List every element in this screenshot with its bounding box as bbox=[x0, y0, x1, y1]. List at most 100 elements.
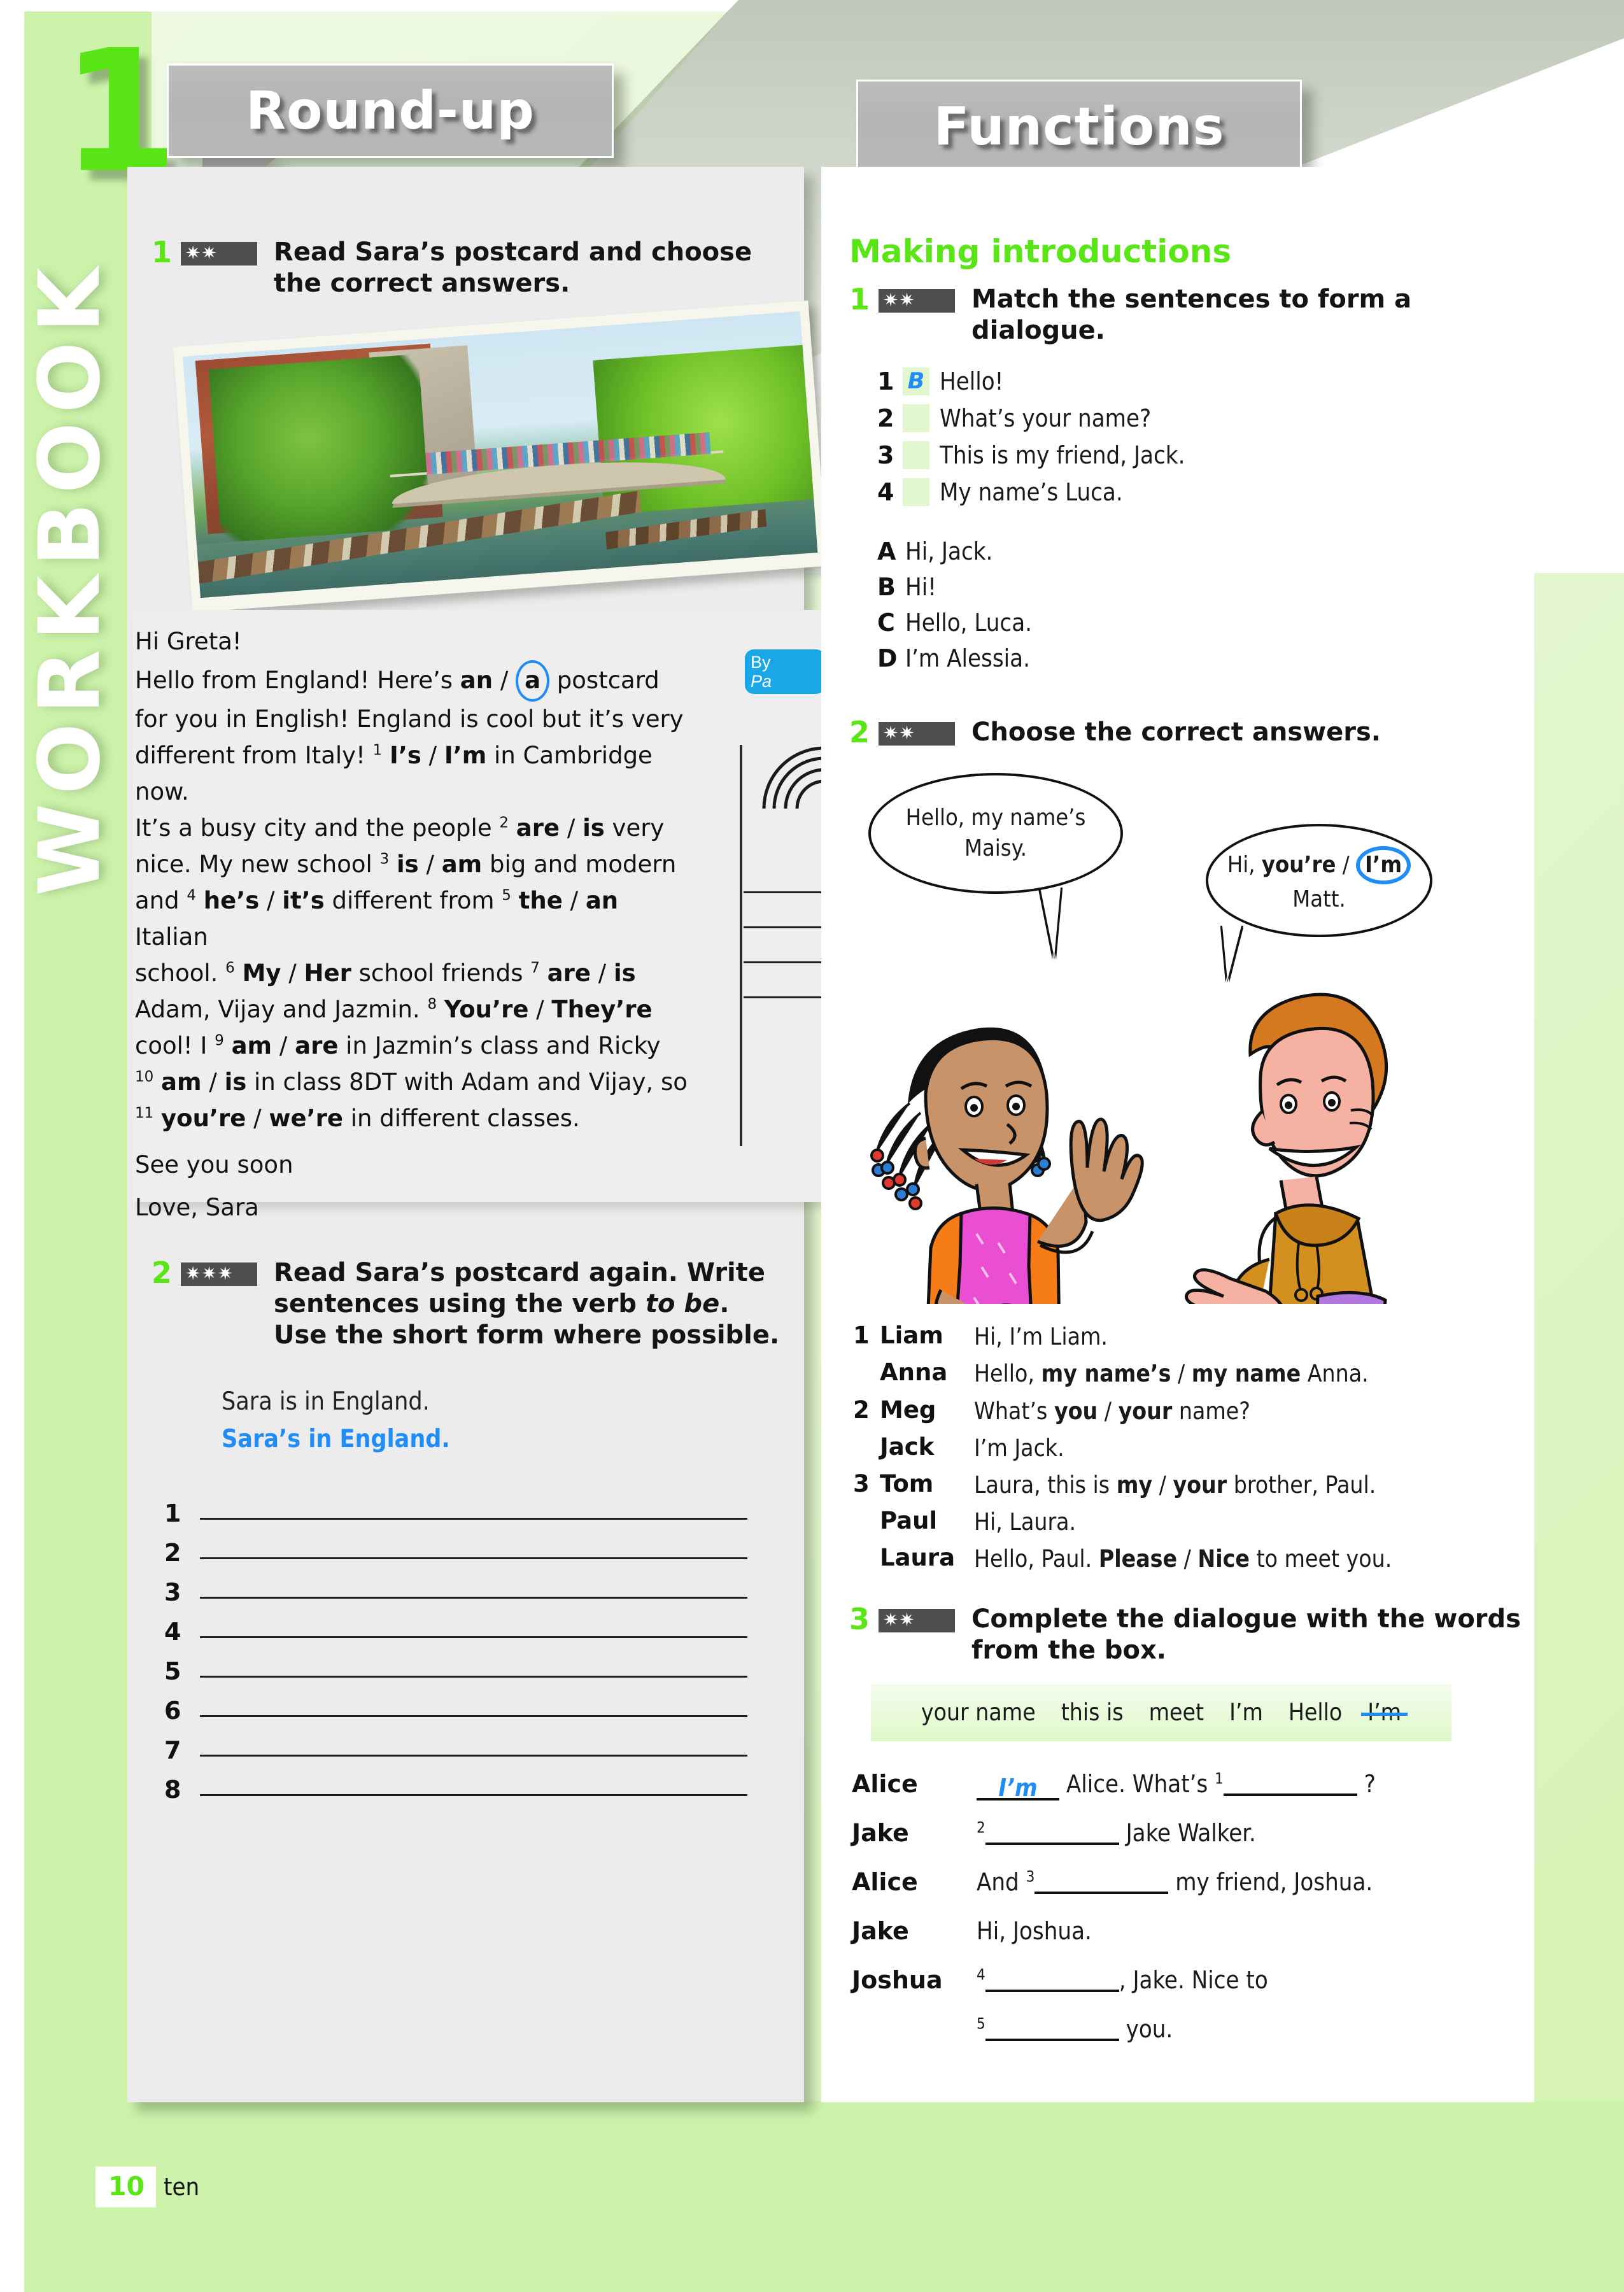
gapfill-blank[interactable] bbox=[985, 2016, 1119, 2042]
section-title-making-introductions: Making introductions bbox=[849, 233, 1232, 270]
word-bank-item[interactable]: Hello bbox=[1289, 1699, 1342, 1726]
gapfill-pre: And bbox=[977, 1867, 1026, 1896]
right-exercise-2-heading: 2 ✷✷ Choose the correct answers. bbox=[849, 716, 1530, 748]
right-exercise-1-heading: 1 ✷✷ Match the sentences to form a dialo… bbox=[849, 284, 1530, 346]
speech-bubble-right: Hi, you’re / I’m Matt. bbox=[1206, 824, 1432, 938]
answer-line-row[interactable]: 7 bbox=[164, 1723, 788, 1762]
postcard-stamp: By Pa bbox=[745, 649, 825, 694]
answer-write-line[interactable] bbox=[200, 1557, 747, 1560]
answer-line-row[interactable]: 5 bbox=[164, 1644, 788, 1683]
left-ex1-instruction: Read Sara’s postcard and choose the corr… bbox=[274, 237, 752, 298]
match-row-text: This is my friend, Jack. bbox=[940, 441, 1185, 469]
answer-write-line[interactable] bbox=[200, 1518, 747, 1520]
circled-answer-a[interactable]: a bbox=[516, 660, 550, 702]
bubble-right-option-1[interactable]: you’re bbox=[1262, 852, 1336, 878]
functions-banner-label: Functions bbox=[933, 96, 1225, 157]
match-answer-box[interactable] bbox=[903, 404, 929, 432]
option-row: B Hi! bbox=[877, 573, 1530, 609]
postcard-line-8: Adam, Vijay and Jazmin. 8 You’re / They’… bbox=[135, 995, 653, 1023]
gapfill-blank[interactable] bbox=[985, 1967, 1119, 1993]
speech-bubble-right-tail bbox=[1222, 926, 1241, 981]
gapfill-speaker: Alice bbox=[852, 1867, 918, 1896]
gapfill-answer-filled[interactable]: I’m bbox=[977, 1775, 1059, 1800]
answer-line-row[interactable]: 8 bbox=[164, 1762, 788, 1802]
match-row-text: My name’s Luca. bbox=[940, 478, 1123, 506]
bubble-right-option-2-circled[interactable]: I’m bbox=[1356, 845, 1411, 885]
word-bank-item[interactable]: this is bbox=[1061, 1699, 1124, 1726]
postcard-line-11: 11 you’re / we’re in different classes. bbox=[135, 1104, 580, 1132]
word-bank-item[interactable]: your name bbox=[921, 1699, 1036, 1726]
postcard-line-10: 10 am / is in class 8DT with Adam and Vi… bbox=[135, 1068, 688, 1096]
match-row-text: What’s your name? bbox=[940, 404, 1152, 432]
postcard-line-5: nice. My new school 3 is / am big and mo… bbox=[135, 850, 677, 878]
answer-line-row[interactable]: 3 bbox=[164, 1565, 788, 1604]
dialogue-row: 3 Tom Laura, this is my / your brother, … bbox=[853, 1470, 1530, 1501]
match-answer-box[interactable] bbox=[903, 478, 929, 506]
gapfill-post: my friend, Joshua. bbox=[1168, 1867, 1373, 1896]
postcard-line-4: It’s a busy city and the people 2 are / … bbox=[135, 814, 665, 842]
answer-line-row[interactable]: 1 bbox=[164, 1486, 788, 1525]
option-letter: D bbox=[877, 644, 898, 672]
dlg-option-2[interactable]: your bbox=[1119, 1397, 1173, 1425]
gapfill-post: , Jake. Nice to bbox=[1119, 1966, 1268, 1995]
word-bank-item[interactable]: I’m bbox=[1229, 1699, 1263, 1726]
match-answer-box[interactable]: B bbox=[903, 367, 929, 395]
answer-line-row[interactable]: 4 bbox=[164, 1604, 788, 1644]
option-letter: B bbox=[877, 572, 896, 601]
workbook-page: 1 WORKBOOK Round-up Functions 1 ✷✷ Read … bbox=[0, 0, 1624, 2292]
answer-write-line[interactable] bbox=[200, 1715, 747, 1718]
answer-line-number: 7 bbox=[164, 1736, 181, 1765]
dlg-option-2[interactable]: Nice bbox=[1197, 1545, 1250, 1573]
gapfill-blank[interactable] bbox=[1223, 1771, 1357, 1796]
gapfill-blank[interactable] bbox=[1034, 1869, 1169, 1894]
answer-write-line[interactable] bbox=[200, 1794, 747, 1797]
answer-line-row[interactable]: 6 bbox=[164, 1683, 788, 1723]
dlg-option-1[interactable]: you bbox=[1054, 1397, 1098, 1425]
dialogue-text: What’s you / your name? bbox=[974, 1397, 1250, 1425]
answer-write-line[interactable] bbox=[200, 1597, 747, 1599]
boy-figure bbox=[1185, 993, 1388, 1396]
answer-write-line[interactable] bbox=[200, 1755, 747, 1757]
dialogue-speaker: Jack bbox=[880, 1432, 935, 1461]
match-answer-box[interactable] bbox=[903, 441, 929, 469]
dialogue-text: Hi, Laura. bbox=[974, 1507, 1530, 1538]
speech-bubble-right-text: Hi, you’re / I’m Matt. bbox=[1225, 845, 1413, 916]
answer-write-line[interactable] bbox=[200, 1676, 747, 1678]
dlg-option-2[interactable]: my name bbox=[1192, 1360, 1301, 1387]
word-bank-item-struck[interactable]: I’m bbox=[1361, 1699, 1408, 1726]
dlg-option-1[interactable]: my bbox=[1117, 1471, 1152, 1499]
postcard-line-6: and 4 he’s / it’s different from 5 the /… bbox=[135, 886, 619, 951]
dlg-option-1[interactable]: my name’s bbox=[1041, 1360, 1171, 1387]
postcard-line-0: Hi Greta! bbox=[135, 628, 242, 655]
functions-banner: Functions bbox=[856, 80, 1302, 174]
match-row-number: 2 bbox=[877, 404, 894, 432]
answer-line-number: 1 bbox=[164, 1499, 181, 1528]
right-exercise-3-heading: 3 ✷✷ Complete the dialogue with the word… bbox=[849, 1604, 1530, 1666]
dialogue-speaker: Laura bbox=[880, 1543, 956, 1571]
gapfill-sup: 2 bbox=[977, 1818, 985, 1837]
two-teens-illustration bbox=[849, 979, 1530, 1396]
match-options-list: A Hi, Jack. B Hi! C Hello, Luca. D I’m A… bbox=[877, 537, 1530, 680]
gapfill-blank[interactable] bbox=[985, 1820, 1119, 1845]
gapfill-speaker: Alice bbox=[852, 1769, 918, 1798]
answer-write-line[interactable] bbox=[200, 1636, 747, 1639]
dlg-option-2[interactable]: your bbox=[1173, 1471, 1227, 1499]
word-bank-item[interactable]: meet bbox=[1149, 1699, 1204, 1726]
option-letter: A bbox=[877, 537, 896, 565]
dlg-option-1[interactable]: Please bbox=[1099, 1545, 1177, 1573]
dialogue-text: Hi, I’m Liam. bbox=[974, 1322, 1530, 1352]
gapfill-post: Jake Walker. bbox=[1119, 1818, 1256, 1847]
gapfill-row: Jake 2 Jake Walker. bbox=[852, 1816, 1530, 1851]
match-row-number: 4 bbox=[877, 478, 894, 506]
illustration-svg bbox=[870, 993, 1388, 1396]
answer-line-number: 3 bbox=[164, 1578, 181, 1607]
dialogue-text: Hello, Paul. Please / Nice to meet you. bbox=[974, 1545, 1392, 1573]
gapfill-speaker: Joshua bbox=[852, 1966, 943, 1995]
postcard-photo-card bbox=[173, 300, 828, 613]
dialogue-row: 1 Liam Hi, I’m Liam. bbox=[853, 1322, 1530, 1352]
speech-bubble-left: Hello, my name’s Maisy. bbox=[868, 773, 1123, 895]
postcard-line-13: Love, Sara bbox=[135, 1193, 259, 1221]
answer-line-number: 5 bbox=[164, 1657, 181, 1686]
answer-line-row[interactable]: 2 bbox=[164, 1525, 788, 1565]
right-ex1-stars: ✷✷ bbox=[879, 289, 956, 313]
